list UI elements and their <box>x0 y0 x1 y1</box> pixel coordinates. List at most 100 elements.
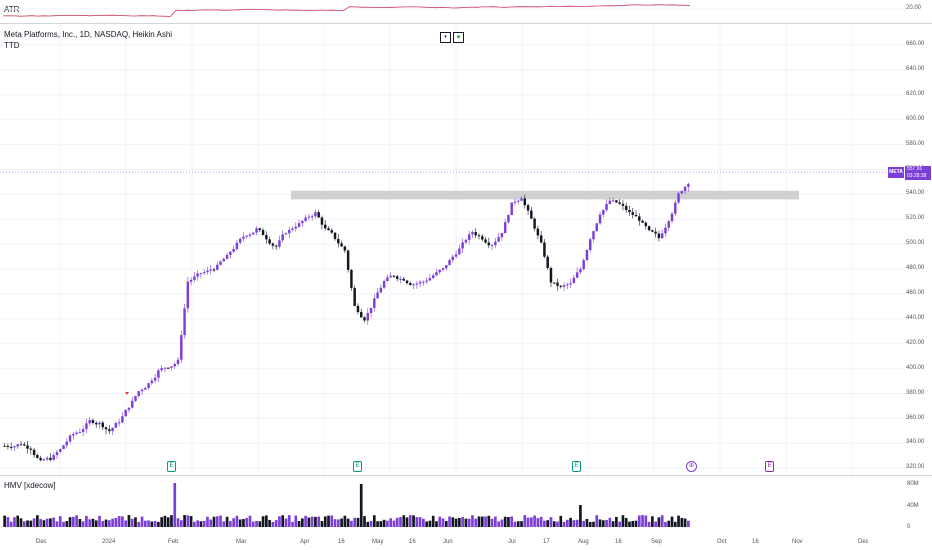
volume-bar <box>562 521 566 527</box>
volume-bar <box>605 519 608 527</box>
earnings-marker-future[interactable]: E <box>765 461 774 472</box>
candle-body <box>320 217 324 225</box>
volume-bar <box>497 521 500 527</box>
volume-bar <box>428 520 432 527</box>
candle-body <box>137 391 140 397</box>
candle-body <box>562 285 566 287</box>
volume-bar <box>291 521 294 527</box>
volume-bar <box>346 518 350 527</box>
candle-body <box>62 445 65 450</box>
volume-bar <box>651 516 654 527</box>
candle-body <box>569 283 572 285</box>
volume-bar <box>81 521 85 527</box>
candle-body <box>386 277 389 282</box>
main-price-pane[interactable]: Meta Platforms, Inc., 1D, NASDAQ, Heikin… <box>0 24 932 475</box>
time-axis-label: 16 <box>752 539 759 545</box>
volume-bar <box>471 515 474 527</box>
time-axis-label: Aug <box>578 539 589 545</box>
volume-bar <box>536 518 540 527</box>
candle-body <box>124 409 127 417</box>
candle-body <box>618 202 621 204</box>
volume-bar <box>392 520 396 527</box>
candle-body <box>346 250 350 270</box>
volume-bar <box>425 521 428 527</box>
earnings-upcoming-icon[interactable]: ⊕ <box>686 461 697 472</box>
volume-bar <box>222 521 226 527</box>
volume-bar <box>94 520 98 527</box>
volume-bar <box>601 520 605 527</box>
volume-bar <box>474 518 478 527</box>
volume-pane[interactable]: HMV [xdecow] 80M 40M 0 <box>0 476 932 534</box>
volume-bar <box>611 521 615 527</box>
candle-body <box>189 279 193 282</box>
candle-body <box>526 205 530 211</box>
volume-bar <box>405 517 409 527</box>
candle-body <box>212 269 216 271</box>
symbol-title: Meta Platforms, Inc., 1D, NASDAQ, Heikin… <box>4 30 173 39</box>
earnings-marker[interactable]: E <box>572 461 581 472</box>
candle-body <box>265 235 268 240</box>
candle-body <box>621 203 625 206</box>
volume-bar <box>209 519 213 527</box>
volume-bar <box>101 521 105 527</box>
diamond-icon[interactable]: ◆ <box>453 32 464 43</box>
candle-body <box>572 277 576 284</box>
volume-bar <box>579 505 582 527</box>
volume-bar <box>68 517 72 527</box>
volume-bar <box>503 516 507 527</box>
volume-bar <box>193 521 196 527</box>
candle-body <box>337 238 340 244</box>
volume-bar <box>480 516 484 527</box>
candle-body <box>281 234 284 241</box>
volume-bar <box>323 516 327 527</box>
candle-body <box>458 248 461 255</box>
candle-body <box>36 455 39 458</box>
time-axis-label: Jul <box>508 539 516 545</box>
volume-bar <box>251 521 255 527</box>
earnings-marker[interactable]: E <box>353 461 362 472</box>
candle-body <box>111 427 114 432</box>
volume-bar <box>402 515 406 527</box>
volume-bar <box>458 517 461 527</box>
volume-bar <box>595 515 599 527</box>
volume-bar <box>565 519 569 527</box>
candle-body <box>6 445 10 447</box>
volume-bar <box>320 521 324 527</box>
volume-bar <box>317 516 321 527</box>
candle-body <box>373 298 376 308</box>
earnings-marker[interactable]: E <box>167 461 176 472</box>
candle-body <box>307 216 311 218</box>
candle-body <box>395 276 399 279</box>
candle-body <box>579 269 582 273</box>
candle-body <box>196 273 199 277</box>
candle-body <box>363 317 366 321</box>
volume-bar <box>134 517 137 527</box>
candle-body <box>271 243 275 246</box>
price-axis-tick: 660.00 <box>906 41 925 47</box>
volume-bar <box>147 520 150 527</box>
atr-pane[interactable]: ATR 20.00 <box>0 0 932 23</box>
candle-body <box>677 193 680 203</box>
candle-body <box>160 368 163 371</box>
time-axis[interactable]: Dec 2024 Feb Mar Apr 16 May 16 Jun Jul 17 Aug 16 Sep O… <box>0 534 932 550</box>
volume-bar <box>654 521 657 527</box>
volume-axis-tick: 80M <box>907 481 919 487</box>
price-axis-tick: 540.00 <box>906 190 925 197</box>
volume-bar <box>350 520 353 527</box>
volume-bar <box>359 484 363 527</box>
volume-bar <box>75 515 78 527</box>
volume-bar <box>673 521 677 527</box>
time-axis-label: Sep <box>651 539 662 545</box>
candle-body <box>477 235 481 237</box>
collapse-icon[interactable]: ▾ <box>440 32 451 43</box>
candle-body <box>474 232 477 236</box>
volume-bar <box>336 519 340 527</box>
candle-body <box>278 240 281 247</box>
candle-body <box>497 237 500 242</box>
volume-bar <box>85 515 88 527</box>
candle-body <box>438 269 441 273</box>
candle-body <box>418 281 422 284</box>
candle-body <box>163 367 167 369</box>
volume-bar <box>431 515 435 527</box>
volume-bar <box>490 518 494 527</box>
